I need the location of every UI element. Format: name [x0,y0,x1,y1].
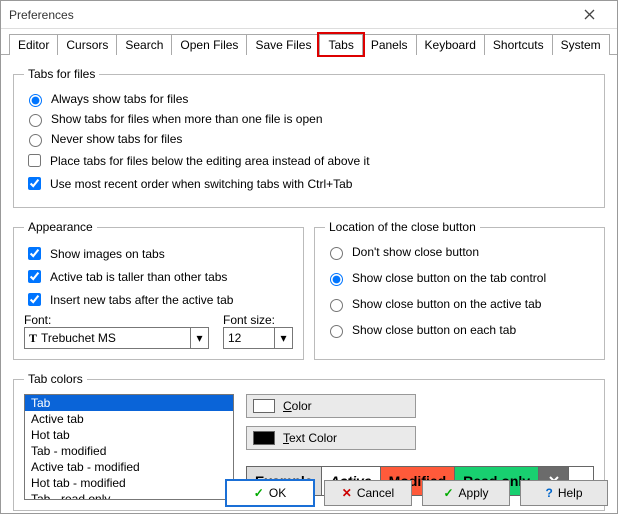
radio-always-label: Always show tabs for files [51,92,188,106]
radio-cb-control[interactable] [330,273,343,286]
tab-shortcuts[interactable]: Shortcuts [484,34,553,55]
color-button[interactable]: Color [246,394,416,418]
check-below-label: Place tabs for files below the editing a… [50,154,370,168]
chevron-down-icon[interactable]: ▾ [190,328,208,348]
list-item[interactable]: Tab [25,395,233,411]
titlebar: Preferences [1,1,617,29]
ok-button[interactable]: ✓OK [226,480,314,506]
help-icon: ? [545,486,552,500]
font-size-value: 12 [228,331,241,345]
x-icon: ✕ [342,486,352,500]
check-show-images[interactable] [28,247,41,260]
radio-never-label: Never show tabs for files [51,132,182,146]
font-size-combo[interactable]: 12 ▾ [223,327,293,349]
textcolor-button-label: Text Color [283,431,337,445]
font-value: Trebuchet MS [41,331,116,345]
font-type-icon: T [29,331,37,346]
radio-cb-each[interactable] [330,325,343,338]
tab-colors-legend: Tab colors [24,372,87,386]
check-taller-label: Active tab is taller than other tabs [50,270,227,284]
tab-open-files[interactable]: Open Files [171,34,247,55]
check-insert-after-label: Insert new tabs after the active tab [50,293,233,307]
check-below[interactable] [28,154,41,167]
radio-never[interactable] [29,134,42,147]
color-button-label: Color [283,399,312,413]
list-item[interactable]: Tab - modified [25,443,233,459]
radio-multi[interactable] [29,114,42,127]
check-insert-after[interactable] [28,293,41,306]
radio-cb-none[interactable] [330,247,343,260]
tab-editor[interactable]: Editor [9,34,58,55]
radio-multi-label: Show tabs for files when more than one f… [51,112,323,126]
appearance-group: Appearance Show images on tabs Active ta… [13,220,304,360]
list-item[interactable]: Active tab - modified [25,459,233,475]
check-taller[interactable] [28,270,41,283]
radio-cb-none-label: Don't show close button [352,245,479,259]
textcolor-button[interactable]: Text Color [246,426,416,450]
tabs-row: Editor Cursors Search Open Files Save Fi… [1,29,617,55]
apply-button[interactable]: ✓Apply [422,480,510,506]
help-button[interactable]: ?Help [520,480,608,506]
close-button-group: Location of the close button Don't show … [314,220,605,360]
tab-save-files[interactable]: Save Files [246,34,320,55]
radio-cb-each-label: Show close button on each tab [352,323,516,337]
check-show-images-label: Show images on tabs [50,247,165,261]
color-swatch [253,399,275,413]
chevron-down-icon[interactable]: ▾ [274,328,292,348]
check-mru[interactable] [28,177,41,190]
font-label: Font: [24,313,209,327]
footer-buttons: ✓OK ✕Cancel ✓Apply ?Help [226,480,608,506]
radio-always[interactable] [29,94,42,107]
close-icon[interactable] [569,1,609,29]
list-item[interactable]: Tab - read only [25,491,233,500]
tab-panels[interactable]: Panels [362,34,417,55]
window-title: Preferences [9,8,569,22]
font-size-label: Font size: [223,313,293,327]
tab-keyboard[interactable]: Keyboard [416,34,485,55]
tab-cursors[interactable]: Cursors [57,34,117,55]
check-mru-label: Use most recent order when switching tab… [50,177,352,191]
radio-cb-active-label: Show close button on the active tab [352,297,541,311]
radio-cb-active[interactable] [330,299,343,312]
list-item[interactable]: Hot tab - modified [25,475,233,491]
tab-colors-listbox[interactable]: Tab Active tab Hot tab Tab - modified Ac… [24,394,234,500]
cancel-button[interactable]: ✕Cancel [324,480,412,506]
content-area: Tabs for files Always show tabs for file… [1,55,617,527]
tab-system[interactable]: System [552,34,610,55]
tabs-for-files-group: Tabs for files Always show tabs for file… [13,67,605,208]
tab-search[interactable]: Search [116,34,172,55]
close-button-legend: Location of the close button [325,220,480,234]
font-combo[interactable]: T Trebuchet MS ▾ [24,327,209,349]
tab-tabs[interactable]: Tabs [319,34,362,55]
appearance-legend: Appearance [24,220,97,234]
list-item[interactable]: Hot tab [25,427,233,443]
check-icon: ✓ [254,486,264,500]
tabs-for-files-legend: Tabs for files [24,67,99,81]
check-icon: ✓ [443,486,453,500]
radio-cb-control-label: Show close button on the tab control [352,271,546,285]
list-item[interactable]: Active tab [25,411,233,427]
textcolor-swatch [253,431,275,445]
